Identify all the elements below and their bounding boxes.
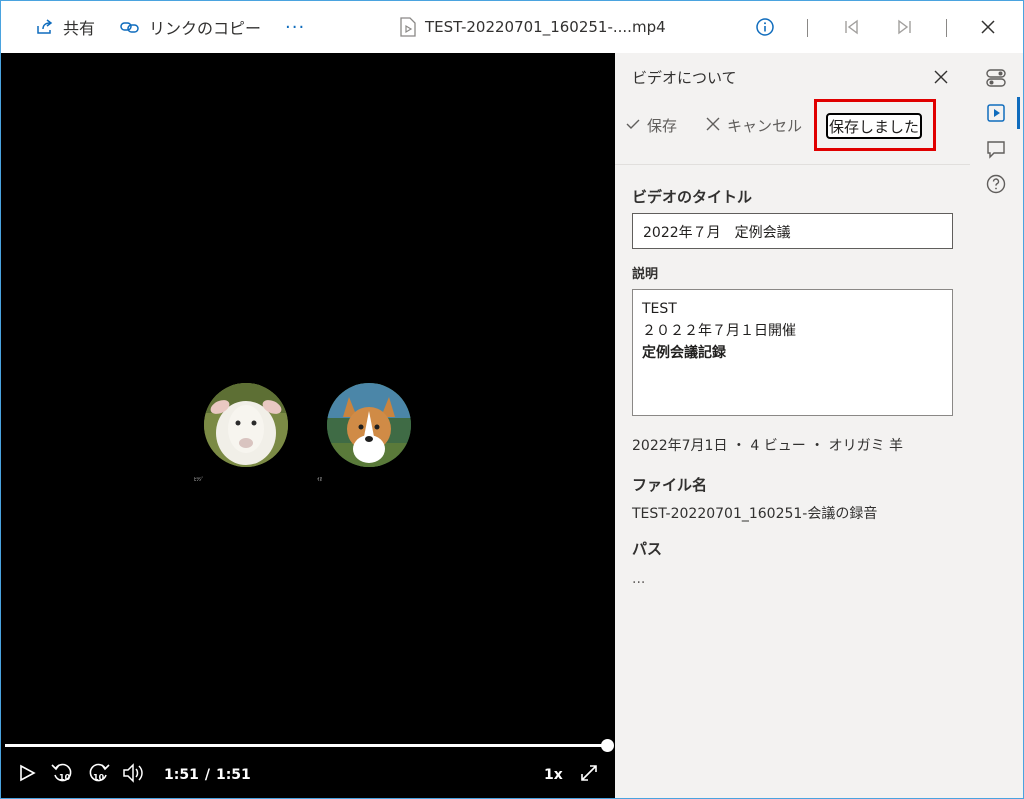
file-title: TEST-20220701_160251-....mp4 <box>399 1 666 53</box>
video-play-icon <box>985 104 1007 128</box>
video-details-button[interactable] <box>985 102 1007 124</box>
active-indicator <box>1017 97 1020 129</box>
description-line: 定例会議記録 <box>642 345 726 361</box>
sheep-avatar <box>204 383 288 467</box>
panel-header: ビデオについて 保存 キャンセル 保存しました <box>615 53 970 165</box>
copy-link-label: リンクのコピー <box>149 19 262 38</box>
copy-link-button[interactable]: リンクのコピー <box>119 1 261 53</box>
cancel-icon <box>705 116 721 136</box>
help-button[interactable] <box>985 173 1007 195</box>
previous-button[interactable] <box>843 1 861 53</box>
forward-10-icon: 10 <box>87 761 111 789</box>
link-icon <box>119 17 141 37</box>
play-button[interactable] <box>17 761 37 789</box>
video-metadata: 2022年7月1日 ・ 4 ビュー ・ オリガミ 羊 <box>632 438 904 454</box>
fullscreen-button[interactable] <box>579 761 599 789</box>
top-toolbar: 共有 リンクのコピー ··· TEST-20220701_160251-....… <box>1 1 1023 53</box>
side-rail <box>970 53 1023 798</box>
info-icon <box>755 17 775 37</box>
toggles-icon <box>985 69 1007 93</box>
current-time: 1:51 <box>164 767 199 783</box>
file-name-value: TEST-20220701_160251-会議の録音 <box>632 506 878 522</box>
progress-thumb[interactable] <box>601 739 614 752</box>
time-display: 1:51 / 1:51 <box>164 761 251 789</box>
save-label: 保存 <box>647 117 678 135</box>
video-file-icon <box>399 17 417 37</box>
description-line: TEST <box>642 301 677 317</box>
info-button[interactable] <box>755 1 775 53</box>
next-button[interactable] <box>895 1 913 53</box>
video-title-label: ビデオのタイトル <box>632 188 753 206</box>
settings-toggle-button[interactable] <box>985 67 1007 89</box>
file-name: TEST-20220701_160251-....mp4 <box>425 18 666 36</box>
previous-icon <box>843 18 861 36</box>
volume-icon <box>121 762 145 788</box>
video-details-panel: ビデオについて 保存 キャンセル 保存しました ビデオのタイトル 2022年７月… <box>615 53 970 798</box>
participant-name: ﾋﾂｼﾞ <box>194 477 205 483</box>
share-label: 共有 <box>63 19 96 38</box>
help-icon <box>985 174 1007 199</box>
description-textarea[interactable]: TEST ２０２２年７月１日開催 定例会議記録 <box>632 289 953 416</box>
toolbar-divider <box>807 19 808 37</box>
progress-bar[interactable] <box>5 744 609 747</box>
path-value: ... <box>632 571 646 587</box>
description-label: 説明 <box>632 267 659 282</box>
volume-button[interactable] <box>121 761 145 789</box>
time-separator: / <box>204 767 210 783</box>
cancel-label: キャンセル <box>727 117 803 135</box>
duration: 1:51 <box>215 767 251 783</box>
participant-name: ｲﾇ <box>317 477 323 483</box>
next-icon <box>895 18 913 36</box>
share-button[interactable]: 共有 <box>35 1 95 53</box>
svg-text:10: 10 <box>93 773 105 782</box>
close-viewer-button[interactable] <box>979 1 997 53</box>
description-line: ２０２２年７月１日開催 <box>642 323 796 339</box>
panel-close-button[interactable] <box>933 69 949 89</box>
fullscreen-icon <box>579 763 599 787</box>
toolbar-divider <box>946 19 947 37</box>
play-icon <box>17 763 37 787</box>
panel-title: ビデオについて <box>632 69 737 87</box>
rewind-10-button[interactable]: 10 <box>50 761 74 789</box>
checkmark-icon <box>625 116 641 136</box>
save-button[interactable]: 保存 <box>625 115 677 136</box>
share-icon <box>35 17 55 37</box>
highlight-annotation <box>814 99 936 151</box>
svg-text:10: 10 <box>59 773 71 782</box>
more-options-button[interactable]: ··· <box>285 1 305 53</box>
video-title-input[interactable]: 2022年７月 定例会議 <box>632 213 953 249</box>
forward-10-button[interactable]: 10 <box>87 761 111 789</box>
dog-avatar <box>327 383 411 467</box>
cancel-button[interactable]: キャンセル <box>705 115 802 136</box>
comments-button[interactable] <box>985 138 1007 160</box>
playback-speed-button[interactable]: 1x <box>544 761 563 789</box>
file-name-label: ファイル名 <box>632 476 708 494</box>
path-label: パス <box>632 540 663 558</box>
video-player[interactable]: ﾋﾂｼﾞ ｲﾇ 10 10 1:51 / 1:51 1x <box>1 53 615 798</box>
close-icon <box>933 70 949 89</box>
more-icon: ··· <box>285 16 306 38</box>
close-icon <box>979 18 997 36</box>
rewind-10-icon: 10 <box>50 761 74 789</box>
comment-icon <box>985 141 1007 164</box>
